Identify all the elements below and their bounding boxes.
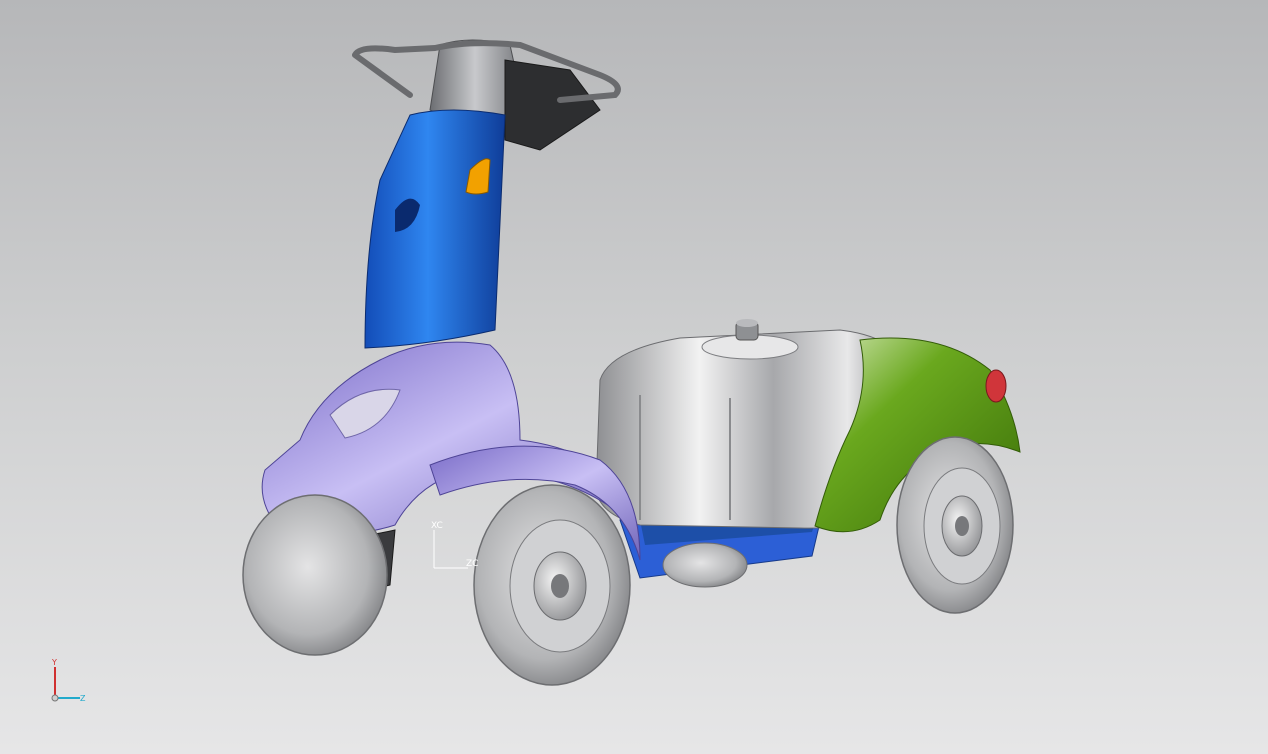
triad-z-label: Z bbox=[80, 694, 86, 703]
view-triad: Y Z bbox=[51, 658, 86, 703]
triad-y-label: Y bbox=[51, 658, 57, 667]
front-left-wheel[interactable] bbox=[242, 494, 388, 656]
rear-wheel[interactable] bbox=[896, 436, 1014, 614]
front-right-wheel[interactable] bbox=[473, 484, 631, 686]
wcs-xc-label: XC bbox=[431, 521, 443, 531]
scooter-model[interactable]: XC ZC Y Z bbox=[0, 0, 1268, 754]
tiller[interactable] bbox=[352, 39, 621, 349]
wcs-marker: XC ZC bbox=[431, 521, 478, 569]
wcs-zc-label: ZC bbox=[466, 559, 478, 569]
graphics-viewport[interactable]: XC ZC Y Z bbox=[0, 0, 1268, 754]
rear-inner-wheel[interactable] bbox=[662, 542, 748, 588]
